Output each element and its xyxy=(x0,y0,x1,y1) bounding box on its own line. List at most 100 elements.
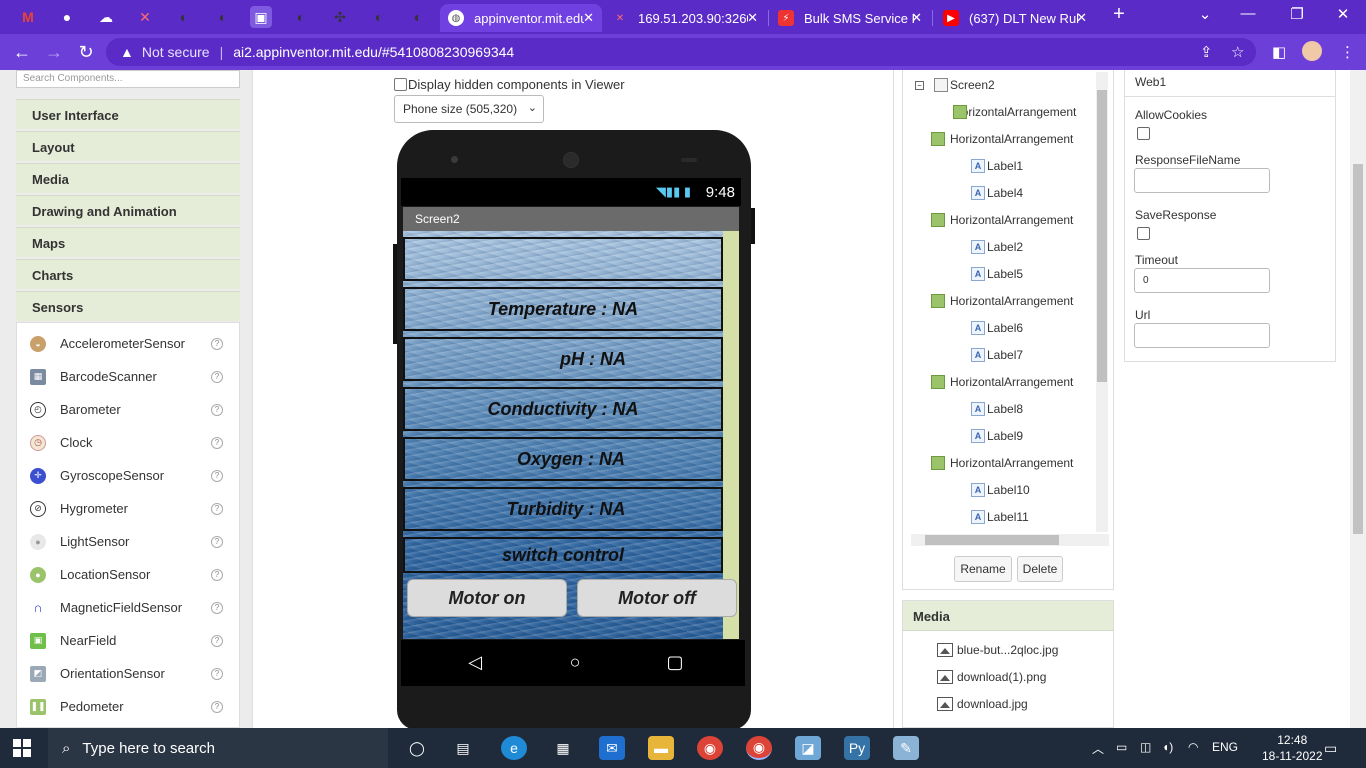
tree-horizontal-scrollbar[interactable] xyxy=(911,534,1109,546)
tab-youtube[interactable]: ▶ (637) DLT New Rule ✕ xyxy=(935,4,1095,32)
chrome-icon[interactable]: ◉ xyxy=(697,736,723,760)
close-tab-icon[interactable]: ✕ xyxy=(1076,10,1087,26)
tree-node-label[interactable]: A Label7 xyxy=(971,348,1023,362)
windows-start-button[interactable] xyxy=(13,739,31,757)
arrangement-temperature[interactable]: Temperature : NA xyxy=(403,287,723,331)
url-bar[interactable]: ▲ Not secure | ai2.appinventor.mit.edu/#… xyxy=(106,38,1256,66)
category-layout[interactable]: Layout xyxy=(16,131,240,161)
reload-button[interactable]: ↻ xyxy=(75,41,97,63)
tab-ip-address[interactable]: ✕ 169.51.203.90:3260 ✕ xyxy=(604,4,766,32)
drone-tab-icon[interactable]: ✣ xyxy=(329,6,351,28)
phone-size-select[interactable]: Phone size (505,320) ⌄ xyxy=(394,95,544,123)
github-tab-icon[interactable]: ◐ xyxy=(173,6,195,28)
url-input[interactable] xyxy=(1134,323,1270,348)
close-window-button[interactable]: ✕ xyxy=(1331,5,1355,23)
help-icon[interactable]: ? xyxy=(211,700,223,713)
cloud-tab-icon[interactable]: ☁ xyxy=(95,6,117,28)
media-file[interactable]: download.jpg xyxy=(937,697,1028,711)
tray-chevron-up-icon[interactable]: ︿ xyxy=(1092,740,1104,757)
tree-node-screen2[interactable]: − Screen2 xyxy=(915,78,995,92)
checkbox[interactable] xyxy=(394,78,407,91)
tree-node-label[interactable]: A Label1 xyxy=(971,159,1023,173)
globe-tab-icon[interactable]: ● xyxy=(56,6,78,28)
tree-node-horizontal-arrangement[interactable]: HorizontalArrangement xyxy=(953,105,1076,119)
tab-search-chevron-icon[interactable]: ⌄ xyxy=(1193,5,1217,23)
new-tab-button[interactable]: + xyxy=(1107,3,1131,26)
tree-node-label[interactable]: A Label4 xyxy=(971,186,1023,200)
allow-cookies-checkbox[interactable] xyxy=(1137,127,1150,140)
share-icon[interactable]: ⇪ xyxy=(1200,43,1213,61)
profile-avatar[interactable] xyxy=(1302,41,1322,61)
component-location-sensor[interactable]: ● LocationSensor ? xyxy=(17,558,239,591)
close-tab-icon[interactable]: ✕ xyxy=(911,10,922,26)
motor-off-button[interactable]: Motor off xyxy=(577,579,737,617)
component-barcode-scanner[interactable]: ▦ BarcodeScanner ? xyxy=(17,360,239,393)
component-light-sensor[interactable]: ● LightSensor ? xyxy=(17,525,239,558)
tree-node-label[interactable]: A Label11 xyxy=(971,510,1029,524)
back-button[interactable]: ← xyxy=(11,41,33,63)
app-icon[interactable]: ◪ xyxy=(795,736,821,760)
component-accelerometer[interactable]: ◒ AccelerometerSensor ? xyxy=(17,327,239,360)
delete-button[interactable]: Delete xyxy=(1017,556,1063,582)
rename-button[interactable]: Rename xyxy=(954,556,1012,582)
paint-icon[interactable]: ✎ xyxy=(893,736,919,760)
github-tab-icon[interactable]: ◐ xyxy=(212,6,234,28)
file-explorer-icon[interactable]: ▬ xyxy=(648,736,674,760)
taskbar-clock[interactable]: 12:48 18-11-2022 xyxy=(1262,732,1323,764)
response-file-name-input[interactable] xyxy=(1134,168,1270,193)
github-tab-icon[interactable]: ◐ xyxy=(290,6,312,28)
help-icon[interactable]: ? xyxy=(211,370,223,383)
page-vertical-scrollbar[interactable] xyxy=(1350,70,1366,728)
app-screen[interactable]: Temperature : NA pH : NA Conductivity : … xyxy=(403,231,739,639)
component-near-field[interactable]: ▣ NearField ? xyxy=(17,624,239,657)
tree-node-label[interactable]: A Label9 xyxy=(971,429,1023,443)
category-sensors[interactable]: Sensors xyxy=(16,291,240,321)
category-drawing-animation[interactable]: Drawing and Animation xyxy=(16,195,240,225)
menu-kebab-icon[interactable]: ⋮ xyxy=(1340,43,1355,61)
tree-node-label[interactable]: A Label5 xyxy=(971,267,1023,281)
forward-button[interactable]: → xyxy=(43,41,65,63)
taskbar-search-box[interactable]: ⌕ Type here to search xyxy=(48,728,388,768)
search-components-input[interactable]: Search Components... xyxy=(16,70,240,88)
tree-node-horizontal-arrangement[interactable]: − HorizontalArrangement xyxy=(931,294,1073,308)
help-icon[interactable]: ? xyxy=(211,337,223,350)
minimize-button[interactable]: — xyxy=(1236,5,1260,22)
media-file[interactable]: blue-but...2qloc.jpg xyxy=(937,643,1058,657)
arrangement-switch-control[interactable]: switch control xyxy=(403,537,723,573)
help-icon[interactable]: ? xyxy=(211,634,223,647)
app-tab-icon[interactable]: ✕ xyxy=(134,6,156,28)
bookmark-star-icon[interactable]: ☆ xyxy=(1231,43,1244,61)
help-icon[interactable]: ? xyxy=(211,403,223,416)
arrangement-turbidity[interactable]: Turbidity : NA xyxy=(403,487,723,531)
back-triangle-icon[interactable]: ◁ xyxy=(463,652,487,673)
chrome-active-icon[interactable]: ◉ xyxy=(746,736,772,760)
scrollbar-thumb[interactable] xyxy=(1353,164,1363,534)
battery-icon[interactable]: ▭ xyxy=(1116,740,1127,754)
component-gyroscope[interactable]: ✛ GyroscopeSensor ? xyxy=(17,459,239,492)
volume-icon[interactable]: ◖) xyxy=(1162,740,1173,754)
collapse-icon[interactable]: − xyxy=(915,80,924,90)
help-icon[interactable]: ? xyxy=(211,601,223,614)
motor-on-button[interactable]: Motor on xyxy=(407,579,567,617)
tree-node-horizontal-arrangement[interactable]: − HorizontalArrangement xyxy=(931,456,1073,470)
appinventor-tab-icon[interactable]: ▣ xyxy=(250,6,272,28)
tree-node-horizontal-arrangement[interactable]: − HorizontalArrangement xyxy=(931,213,1073,227)
component-clock[interactable]: ◷ Clock ? xyxy=(17,426,239,459)
notification-icon[interactable]: ▭ xyxy=(1324,740,1337,757)
edge-icon[interactable]: e xyxy=(501,736,527,760)
tree-node-label[interactable]: A Label10 xyxy=(971,483,1030,497)
tab-bulk-sms[interactable]: ⚡ Bulk SMS Service P ✕ xyxy=(770,4,930,32)
recents-square-icon[interactable]: ▢ xyxy=(663,652,687,673)
tree-node-label[interactable]: A Label2 xyxy=(971,240,1023,254)
display-hidden-checkbox[interactable]: Display hidden components in Viewer xyxy=(394,77,625,92)
category-charts[interactable]: Charts xyxy=(16,259,240,289)
tree-vertical-scrollbar[interactable] xyxy=(1096,72,1108,532)
task-view-icon[interactable]: ◯ xyxy=(404,736,430,760)
arrangement-empty[interactable] xyxy=(403,237,723,281)
arrangement-ph[interactable]: pH : NA xyxy=(403,337,723,381)
category-user-interface[interactable]: User Interface xyxy=(16,99,240,129)
language-indicator[interactable]: ENG xyxy=(1212,740,1238,754)
wifi-icon[interactable]: ◠ xyxy=(1188,740,1198,754)
home-circle-icon[interactable]: ○ xyxy=(563,652,587,673)
mail-icon[interactable]: ✉ xyxy=(599,736,625,760)
